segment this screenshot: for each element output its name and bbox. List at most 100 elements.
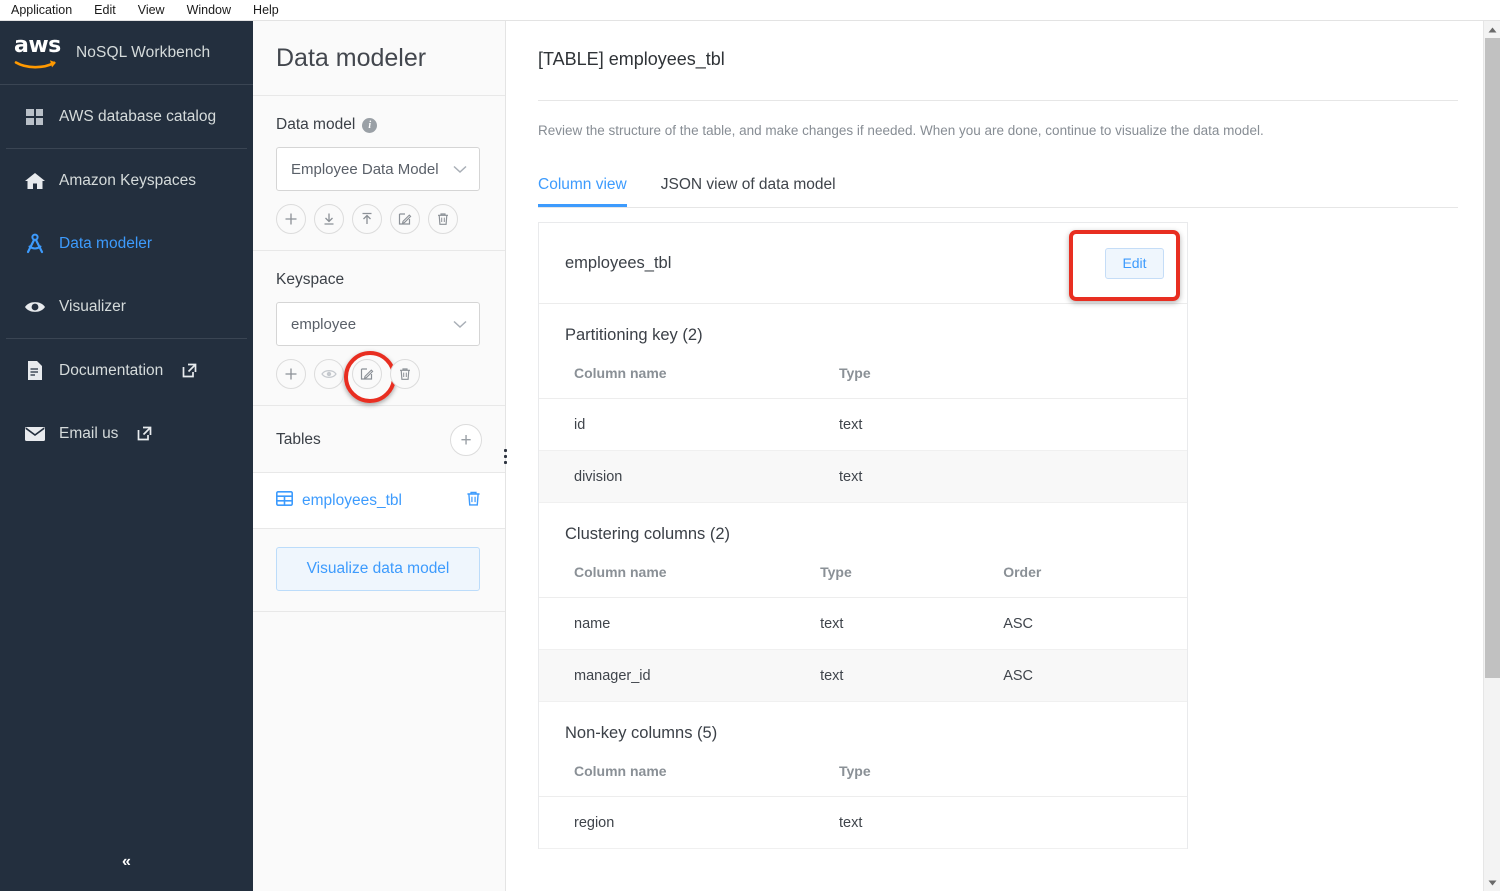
cell-type: text	[839, 398, 1039, 451]
edit-button-highlight: Edit	[1069, 229, 1180, 301]
group-title-clustering-columns: Clustering columns (2)	[565, 525, 731, 543]
keyspace-actions	[276, 351, 482, 403]
edit-table-button[interactable]: Edit	[1105, 247, 1164, 279]
keyspace-select[interactable]: employee	[276, 302, 480, 346]
menu-item-view[interactable]: View	[135, 2, 168, 18]
scrollbar-thumb[interactable]	[1485, 38, 1500, 678]
add-icon[interactable]	[276, 204, 306, 234]
data-modeler-panel: Data modeler Data model i Employee Data …	[253, 21, 507, 891]
data-model-label-text: Data model	[276, 116, 356, 133]
edit-icon[interactable]	[390, 204, 420, 234]
tab-column-view[interactable]: Column view	[538, 176, 627, 207]
column-header-type: Type	[839, 365, 1039, 399]
upload-icon[interactable]	[352, 204, 382, 234]
view-icon[interactable]	[314, 359, 344, 389]
left-navigation: aws NoSQL Workbench AWS database catalog	[0, 21, 253, 891]
table-list-item[interactable]: employees_tbl	[253, 473, 505, 529]
aws-smile-icon	[14, 59, 56, 68]
content-inner: [TABLE] employees_tbl Review the structu…	[506, 21, 1500, 849]
cell-type: text	[820, 597, 1004, 650]
cell-type: text	[839, 796, 1039, 849]
card-body: Partitioning key (2) Column name Type id	[539, 304, 1187, 849]
delete-table-icon[interactable]	[465, 490, 482, 512]
sidebar-item-amazon-keyspaces[interactable]: Amazon Keyspaces	[0, 149, 253, 212]
title-divider	[538, 100, 1458, 101]
collapse-sidebar-button[interactable]: «	[0, 833, 253, 891]
cell-type: text	[839, 450, 1039, 503]
sidebar-item-label: AWS database catalog	[59, 107, 217, 125]
add-icon[interactable]	[276, 359, 306, 389]
cell-spacer	[1039, 450, 1187, 503]
cell-spacer	[1039, 398, 1187, 451]
sidebar-item-label: Email us	[59, 424, 119, 442]
menu-item-application[interactable]: Application	[8, 2, 75, 18]
compass-icon	[24, 233, 46, 255]
sidebar-item-label: Visualizer	[59, 297, 126, 315]
keyspace-edit-icon[interactable]	[344, 351, 396, 403]
visualize-data-model-button[interactable]: Visualize data model	[276, 547, 480, 591]
cell-type: text	[820, 649, 1004, 702]
view-tabs: Column view JSON view of data model	[538, 176, 1458, 207]
aws-logo-icon: aws	[14, 34, 62, 70]
sidebar-item-visualizer[interactable]: Visualizer	[0, 275, 253, 338]
info-icon[interactable]: i	[362, 117, 378, 133]
sidebar-item-aws-database-catalog[interactable]: AWS database catalog	[0, 85, 253, 148]
panel-heading: Data modeler	[253, 21, 505, 96]
panel-splitter[interactable]	[496, 21, 514, 891]
sidebar-item-label: Amazon Keyspaces	[59, 171, 196, 189]
column-header-type: Type	[820, 564, 1004, 598]
delete-icon[interactable]	[390, 359, 420, 389]
table-row: id text	[539, 398, 1187, 451]
main-content: [TABLE] employees_tbl Review the structu…	[506, 21, 1500, 891]
table-row: manager_id text ASC	[539, 649, 1187, 702]
column-header-spacer	[1039, 365, 1187, 399]
column-header-type: Type	[839, 763, 1039, 797]
sidebar-item-label: Data modeler	[59, 234, 153, 252]
sidebar-item-documentation[interactable]: Documentation	[0, 339, 253, 402]
group-title-non-key-columns: Non-key columns (5)	[565, 724, 718, 742]
data-model-select[interactable]: Employee Data Model	[276, 147, 480, 191]
menu-item-window[interactable]: Window	[184, 2, 234, 18]
vertical-scrollbar[interactable]	[1483, 21, 1500, 891]
visualize-section: Visualize data model	[253, 529, 505, 612]
scroll-up-arrow-icon[interactable]	[1484, 21, 1500, 38]
app-title: NoSQL Workbench	[76, 43, 211, 61]
sidebar-item-label: Documentation	[59, 361, 164, 379]
cell-column-name: division	[539, 450, 839, 503]
keyspace-label: Keyspace	[276, 271, 482, 289]
table-name-link[interactable]: employees_tbl	[276, 490, 402, 511]
column-header-name: Column name	[539, 564, 821, 598]
cell-column-name: region	[539, 796, 839, 849]
partitioning-key-table: Column name Type id text division text	[539, 365, 1187, 503]
sidebar-item-email-us[interactable]: Email us	[0, 402, 253, 465]
delete-icon[interactable]	[428, 204, 458, 234]
menu-item-help[interactable]: Help	[250, 2, 282, 18]
cell-column-name: manager_id	[539, 649, 821, 702]
cell-column-name: id	[539, 398, 839, 451]
table-list-item-label: employees_tbl	[302, 491, 402, 509]
edit-button-label: Edit	[1122, 255, 1147, 271]
page-description: Review the structure of the table, and m…	[538, 123, 1264, 138]
keyspace-selected-value: employee	[291, 315, 357, 333]
table-row: name text ASC	[539, 597, 1187, 650]
sidebar-item-data-modeler[interactable]: Data modeler	[0, 212, 253, 275]
tab-json-view[interactable]: JSON view of data model	[661, 176, 836, 207]
grid-icon	[24, 106, 46, 128]
keyspace-section: Keyspace employee	[253, 251, 505, 406]
app-shell: aws NoSQL Workbench AWS database catalog	[0, 21, 1500, 891]
card-header: employees_tbl Edit	[539, 222, 1187, 304]
keyspace-label-text: Keyspace	[276, 271, 345, 288]
table-icon	[276, 490, 293, 511]
data-model-actions	[276, 204, 482, 234]
column-header-name: Column name	[539, 365, 839, 399]
data-model-section: Data model i Employee Data Model	[253, 96, 505, 251]
add-table-button[interactable]: +	[450, 424, 482, 456]
page-title: [TABLE] employees_tbl	[538, 49, 725, 69]
tables-section-header: Tables +	[253, 406, 505, 473]
table-row: region text	[539, 796, 1187, 849]
app-brand: aws NoSQL Workbench	[0, 21, 253, 85]
download-icon[interactable]	[314, 204, 344, 234]
scroll-down-arrow-icon[interactable]	[1484, 874, 1500, 891]
external-link-icon	[182, 363, 197, 378]
menu-item-edit[interactable]: Edit	[91, 2, 119, 18]
